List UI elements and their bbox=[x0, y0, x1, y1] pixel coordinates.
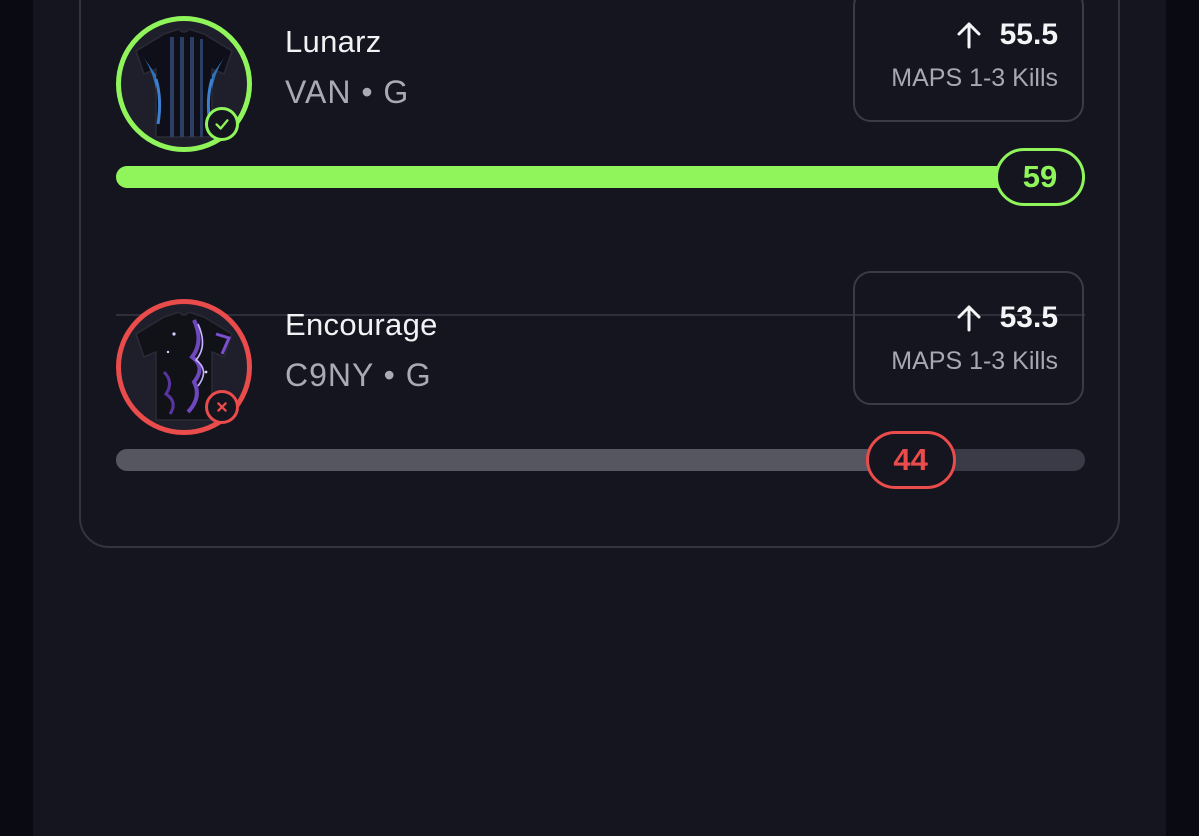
projection-box[interactable]: 53.5 MAPS 1-3 Kills bbox=[853, 271, 1084, 405]
player-name: Encourage bbox=[285, 307, 438, 342]
team-abbr: C9NY bbox=[285, 357, 374, 393]
actual-value-pill: 59 bbox=[995, 148, 1085, 206]
projection-box[interactable]: 55.5 MAPS 1-3 Kills bbox=[853, 0, 1084, 122]
team-abbr: VAN bbox=[285, 74, 352, 110]
separator: • bbox=[361, 74, 374, 110]
player-position: G bbox=[405, 357, 432, 393]
separator: • bbox=[383, 357, 396, 393]
close-icon bbox=[205, 390, 239, 424]
pick-row[interactable]: Lunarz VAN • G 55.5 MAPS 1-3 Kills 59 bbox=[81, 0, 1122, 316]
projection-line: 53.5 bbox=[954, 301, 1058, 335]
stat-label: MAPS 1-3 Kills bbox=[891, 347, 1058, 375]
actual-value-pill: 44 bbox=[865, 431, 956, 489]
progress-fill bbox=[116, 166, 1085, 188]
player-team-position: VAN • G bbox=[285, 74, 409, 111]
arrow-up-icon bbox=[957, 305, 981, 332]
player-position: G bbox=[383, 74, 410, 110]
pick-row[interactable]: Encourage C9NY • G 53.5 MAPS 1-3 Kills 4… bbox=[81, 271, 1122, 559]
progress-bar: 59 bbox=[116, 148, 1085, 206]
stat-label: MAPS 1-3 Kills bbox=[891, 64, 1058, 92]
player-name: Lunarz bbox=[285, 24, 382, 59]
arrow-up-icon bbox=[957, 22, 981, 49]
app-background: Lunarz VAN • G 55.5 MAPS 1-3 Kills 59 En… bbox=[33, 0, 1166, 836]
line-value: 55.5 bbox=[999, 18, 1058, 51]
player-team-position: C9NY • G bbox=[285, 357, 432, 394]
line-value: 53.5 bbox=[999, 301, 1058, 334]
picks-card: Lunarz VAN • G 55.5 MAPS 1-3 Kills 59 En… bbox=[79, 0, 1120, 548]
progress-bar: 44 bbox=[116, 431, 1085, 489]
progress-fill bbox=[116, 449, 911, 471]
check-icon bbox=[205, 107, 239, 141]
projection-line: 55.5 bbox=[954, 18, 1058, 52]
